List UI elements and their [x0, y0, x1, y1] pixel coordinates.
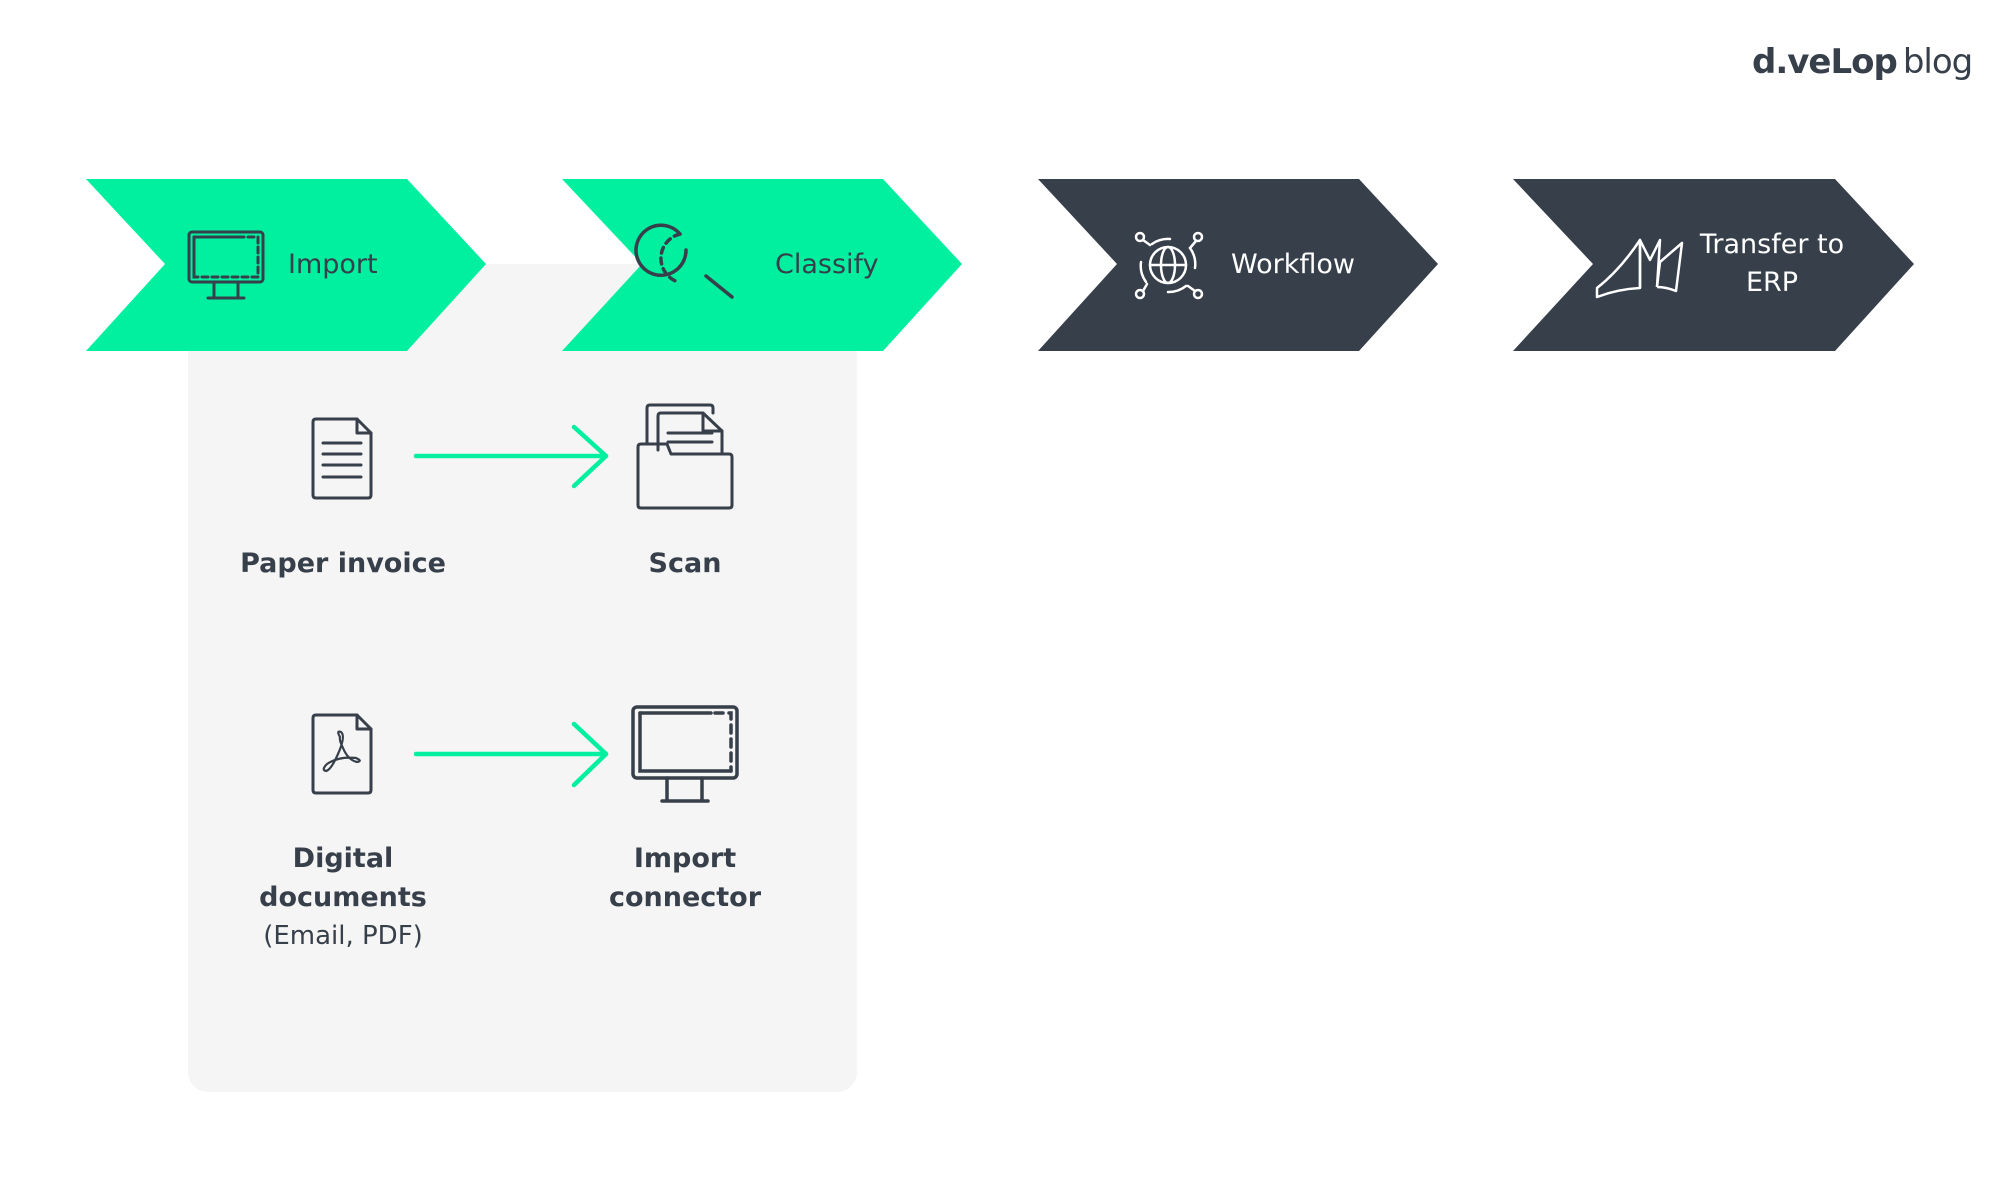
import-connector-line1: Import: [633, 843, 737, 874]
digital-documents-label: Digital documents (Email, PDF): [223, 839, 463, 956]
arrow-right-icon: [413, 721, 609, 788]
step-chevron-classify: [562, 179, 962, 351]
paper-document-icon: [311, 417, 373, 500]
process-chevrons: [86, 179, 1914, 803]
digital-documents-line1: Digital: [292, 843, 394, 874]
step-label-transfer: Transfer to ERP: [1692, 226, 1852, 302]
step-label-transfer-line2: ERP: [1745, 267, 1799, 298]
monitor-icon: [631, 705, 739, 803]
pdf-document-icon: [311, 713, 373, 795]
diagram-canvas: d.veLop blog Import Classify Workflow Tr…: [0, 0, 2000, 1188]
step-chevron-import: [86, 179, 486, 351]
import-connector-label: Import connector: [585, 839, 785, 917]
step-label-import: Import: [288, 249, 378, 280]
arrow-right-icon: [413, 424, 609, 489]
step-label-transfer-line1: Transfer to: [1699, 229, 1845, 260]
digital-documents-line2: documents: [259, 882, 427, 913]
step-label-classify: Classify: [775, 249, 879, 280]
paper-invoice-label: Paper invoice: [240, 548, 446, 579]
scan-label: Scan: [648, 548, 722, 579]
digital-documents-sub: (Email, PDF): [263, 921, 423, 951]
step-label-workflow: Workflow: [1231, 249, 1355, 280]
import-connector-line2: connector: [608, 882, 762, 913]
folder-documents-icon: [636, 403, 734, 510]
